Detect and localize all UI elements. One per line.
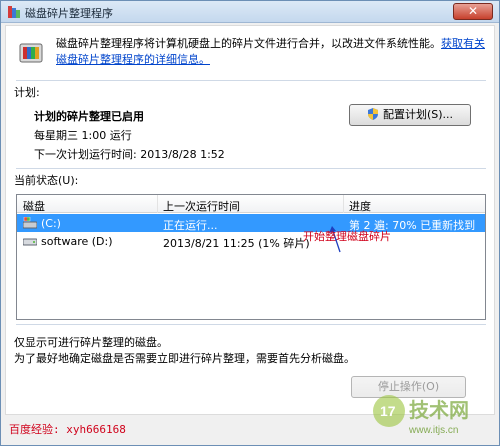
configure-schedule-label: 配置计划(S)... — [382, 108, 454, 121]
configure-schedule-button[interactable]: 配置计划(S)... — [349, 104, 471, 126]
defrag-window: 磁盘碎片整理程序 ✕ 磁盘碎片整理程序将计算机硬盘上的碎片文件进行合并，以改进文… — [0, 0, 500, 446]
intro: 磁盘碎片整理程序将计算机硬盘上的碎片文件进行合并，以改进文件系统性能。获取有关磁… — [16, 36, 486, 76]
footer-note-1: 仅显示可进行碎片整理的磁盘。 — [14, 336, 168, 349]
schedule-next-run: 下一次计划运行时间: 2013/8/28 1:52 — [34, 148, 225, 161]
column-divider[interactable] — [157, 195, 158, 213]
disk-name: software (D:) — [41, 235, 113, 248]
uac-shield-icon — [367, 108, 378, 120]
title-bar[interactable]: 磁盘碎片整理程序 ✕ — [1, 1, 499, 23]
column-divider[interactable] — [343, 195, 344, 213]
column-last-run[interactable]: 上一次运行时间 — [163, 198, 240, 214]
disk-list[interactable]: 磁盘 上一次运行时间 进度 (C:) 正在运行... 第 2 遍: 70% 已重… — [16, 194, 486, 320]
svg-text:17: 17 — [380, 403, 396, 419]
disk-name: (C:) — [41, 217, 61, 230]
footer-note-2: 为了最好地确定磁盘是否需要立即进行碎片整理，需要首先分析磁盘。 — [14, 352, 355, 365]
drive-icon — [23, 238, 37, 246]
divider — [16, 80, 486, 81]
disk-row-d[interactable]: software (D:) 2013/8/21 11:25 (1% 碎片) — [17, 232, 485, 250]
window-title: 磁盘碎片整理程序 — [25, 7, 113, 20]
defrag-app-icon — [8, 6, 20, 18]
schedule-label: 计划: — [14, 86, 40, 99]
schedule-frequency: 每星期三 1:00 运行 — [34, 129, 132, 142]
disk-last-run: 2013/8/21 11:25 (1% 碎片) — [163, 237, 310, 250]
annotation-label: 开始整理磁盘碎片 — [303, 230, 391, 243]
watermark-text: 百度经验: xyh666168 — [9, 423, 126, 436]
intro-text: 磁盘碎片整理程序将计算机硬盘上的碎片文件进行合并，以改进文件系统性能。 — [56, 37, 441, 50]
column-disk[interactable]: 磁盘 — [23, 198, 45, 214]
current-status-label: 当前状态(U): — [14, 174, 79, 187]
main-panel: 磁盘碎片整理程序将计算机硬盘上的碎片文件进行合并，以改进文件系统性能。获取有关磁… — [5, 25, 495, 415]
defrag-icon — [19, 43, 43, 63]
disk-list-header: 磁盘 上一次运行时间 进度 — [17, 195, 485, 213]
site-watermark-logo: 17 技术网 www.itjs.cn — [373, 395, 469, 436]
disk-last-run: 正在运行... — [163, 219, 218, 232]
watermark-site-url: www.itjs.cn — [408, 425, 458, 436]
divider — [16, 324, 486, 325]
disk-row-c[interactable]: (C:) 正在运行... 第 2 遍: 70% 已重新找到 — [17, 214, 485, 232]
close-button[interactable]: ✕ — [453, 3, 493, 20]
divider — [16, 168, 486, 169]
schedule-status: 计划的碎片整理已启用 — [34, 110, 144, 123]
system-drive-icon — [23, 217, 37, 229]
watermark-site-text: 技术网 — [409, 398, 469, 422]
column-progress[interactable]: 进度 — [349, 198, 371, 214]
